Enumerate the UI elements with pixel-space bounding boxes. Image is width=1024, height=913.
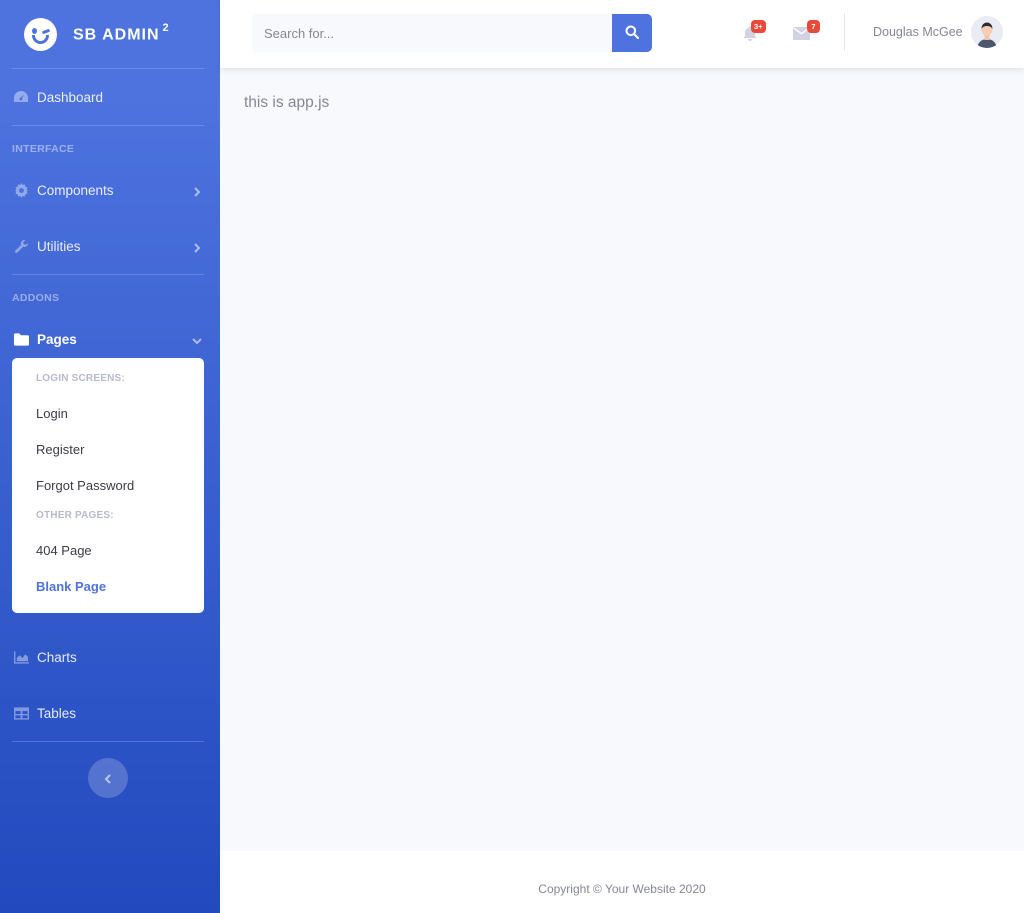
messages-badge: 7 <box>807 20 820 33</box>
user-dropdown[interactable]: Douglas McGee <box>873 16 1003 48</box>
folder-icon <box>13 331 29 347</box>
submenu-item-blank[interactable]: Blank Page <box>12 569 204 605</box>
cog-icon <box>13 182 29 198</box>
search-button[interactable] <box>612 14 652 52</box>
sidebar-item-dashboard[interactable]: Dashboard <box>0 69 220 125</box>
submenu-header-other: OTHER PAGES: <box>36 510 114 521</box>
brand-text: SB ADMIN 2 <box>73 21 170 44</box>
topbar-divider <box>844 13 845 51</box>
user-name: Douglas McGee <box>873 25 963 39</box>
alerts-badge: 3+ <box>751 20 766 33</box>
messages-button[interactable]: 7 <box>792 20 820 46</box>
submenu-item-login[interactable]: Login <box>12 396 204 432</box>
copyright-text: Copyright © Your Website 2020 <box>538 882 706 896</box>
submenu-item-forgot-password[interactable]: Forgot Password <box>12 468 204 504</box>
sidebar-item-charts[interactable]: Charts <box>0 629 220 685</box>
wrench-icon <box>13 238 29 254</box>
avatar <box>970 16 1003 48</box>
brand-name: SB ADMIN <box>73 26 160 44</box>
sidebar-item-tables[interactable]: Tables <box>0 685 220 741</box>
laugh-wink-icon <box>24 17 57 51</box>
brand-link[interactable]: SB ADMIN 2 <box>0 0 220 68</box>
sidebar-item-utilities[interactable]: Utilities <box>0 218 220 274</box>
table-icon <box>13 705 29 721</box>
sidebar-heading-addons: ADDONS <box>12 292 60 304</box>
sidebar-item-components[interactable]: Components <box>0 162 220 218</box>
chevron-right-icon <box>192 241 202 253</box>
search-form <box>252 14 652 52</box>
footer: Copyright © Your Website 2020 <box>220 851 1024 913</box>
sidebar-item-label: Dashboard <box>37 89 104 105</box>
pages-submenu: LOGIN SCREENS: Login Register Forgot Pas… <box>12 358 204 613</box>
sidebar-heading-interface: INTERFACE <box>12 143 75 155</box>
sidebar: SB ADMIN 2 Dashboard INTERFACE Components… <box>0 0 220 913</box>
chevron-left-icon <box>103 769 113 788</box>
sidebar-item-label: Charts <box>37 649 77 665</box>
sidebar-item-label: Components <box>37 182 114 198</box>
main-content-text: this is app.js <box>244 94 330 111</box>
tachometer-icon <box>13 89 29 105</box>
chevron-down-icon <box>192 334 202 345</box>
sidebar-divider <box>12 741 204 742</box>
submenu-item-404[interactable]: 404 Page <box>12 533 204 569</box>
submenu-item-register[interactable]: Register <box>12 432 204 468</box>
brand-sup: 2 <box>162 21 170 34</box>
topbar: 3+ 7 Douglas McGee <box>220 0 1024 68</box>
submenu-header-login: LOGIN SCREENS: <box>36 373 125 384</box>
sidebar-item-label: Utilities <box>37 238 81 254</box>
sidebar-item-label: Tables <box>37 705 77 721</box>
sidebar-toggle-button[interactable] <box>88 758 128 798</box>
alerts-button[interactable]: 3+ <box>740 20 766 46</box>
chart-area-icon <box>13 649 29 665</box>
chevron-right-icon <box>192 185 202 197</box>
sidebar-item-label: Pages <box>37 331 77 347</box>
search-input[interactable] <box>252 14 612 52</box>
search-icon <box>625 25 640 42</box>
